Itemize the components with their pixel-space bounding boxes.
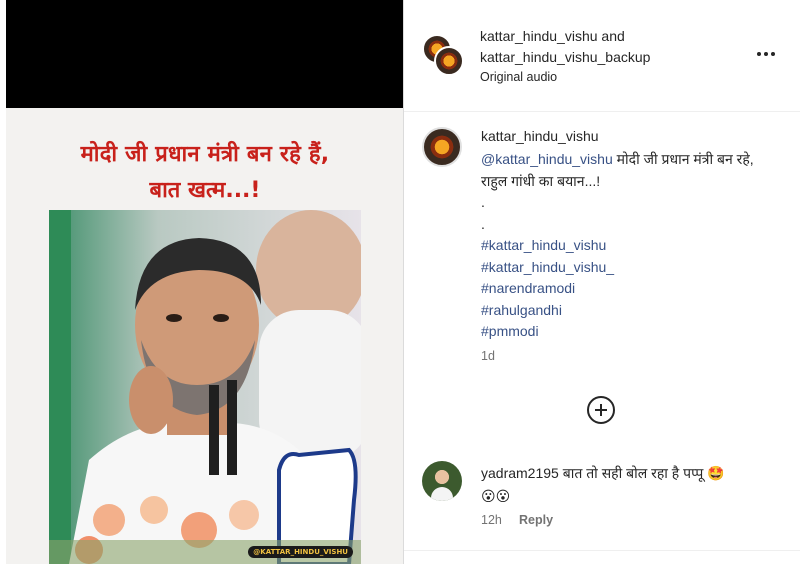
video-letterbox (6, 0, 403, 108)
collab-usernames: kattar_hindu_vishu and kattar_hindu_vish… (480, 26, 650, 68)
plus-circle-icon[interactable] (587, 396, 615, 424)
comment-text: बात तो सही बोल रहा है पप्पू (558, 465, 708, 481)
caption-dot: . (481, 215, 485, 232)
caption-dot: . (481, 194, 485, 210)
surprised-emoji: 😮😮 (481, 489, 511, 505)
post-header: kattar_hindu_vishu and kattar_hindu_vish… (404, 0, 800, 112)
audio-link[interactable]: Original audio (480, 70, 557, 84)
more-horizontal-icon (771, 52, 775, 56)
media-pane: मोदी जी प्रधान मंत्री बन रहे हैं, बात खत… (0, 0, 404, 564)
reply-button[interactable]: Reply (519, 513, 553, 527)
speaker-photo: @KATTAR_HINDU_VISHU (49, 210, 361, 564)
comment-username[interactable]: yadram2195 (481, 465, 559, 481)
avatar (434, 46, 464, 76)
caption-username[interactable]: kattar_hindu_vishu (481, 128, 599, 144)
hashtag-link[interactable]: #narendramodi (481, 278, 771, 300)
watermark-badge: @KATTAR_HINDU_VISHU (248, 546, 353, 558)
username-link[interactable]: kattar_hindu_vishu_backup (480, 49, 650, 65)
post-sidebar: kattar_hindu_vishu and kattar_hindu_vish… (404, 0, 800, 564)
more-horizontal-icon (757, 52, 761, 56)
divider (404, 550, 800, 551)
overlay-text-line2: बात खत्म...! (149, 178, 261, 203)
avatar[interactable] (422, 127, 462, 167)
hashtag-link[interactable]: #rahulgandhi (481, 300, 771, 322)
reel-frame[interactable]: मोदी जी प्रधान मंत्री बन रहे हैं, बात खत… (6, 108, 403, 564)
star-struck-emoji: 🤩 (707, 466, 725, 482)
avatar[interactable] (422, 461, 462, 501)
collab-avatars[interactable] (422, 34, 466, 78)
caption-timestamp[interactable]: 1d (481, 349, 495, 363)
comment-timestamp[interactable]: 12h (481, 513, 502, 527)
speaker-illustration (49, 210, 361, 564)
and-text: and (597, 28, 625, 44)
hashtag-link[interactable]: #kattar_hindu_vishu (481, 235, 771, 257)
overlay-text-line1: मोदी जी प्रधान मंत्री बन रहे हैं, (80, 142, 330, 167)
hashtag-link[interactable]: #pmmodi (481, 321, 771, 343)
comment: yadram2195 बात तो सही बोल रहा है पप्पू 🤩… (481, 462, 781, 508)
caption-text: @kattar_hindu_vishu मोदी जी प्रधान मंत्र… (481, 149, 771, 343)
hashtag-link[interactable]: #kattar_hindu_vishu_ (481, 257, 771, 279)
more-horizontal-icon (764, 52, 768, 56)
username-link[interactable]: kattar_hindu_vishu (480, 28, 598, 44)
more-options-button[interactable] (754, 44, 778, 64)
mention-link[interactable]: @kattar_hindu_vishu (481, 151, 613, 167)
